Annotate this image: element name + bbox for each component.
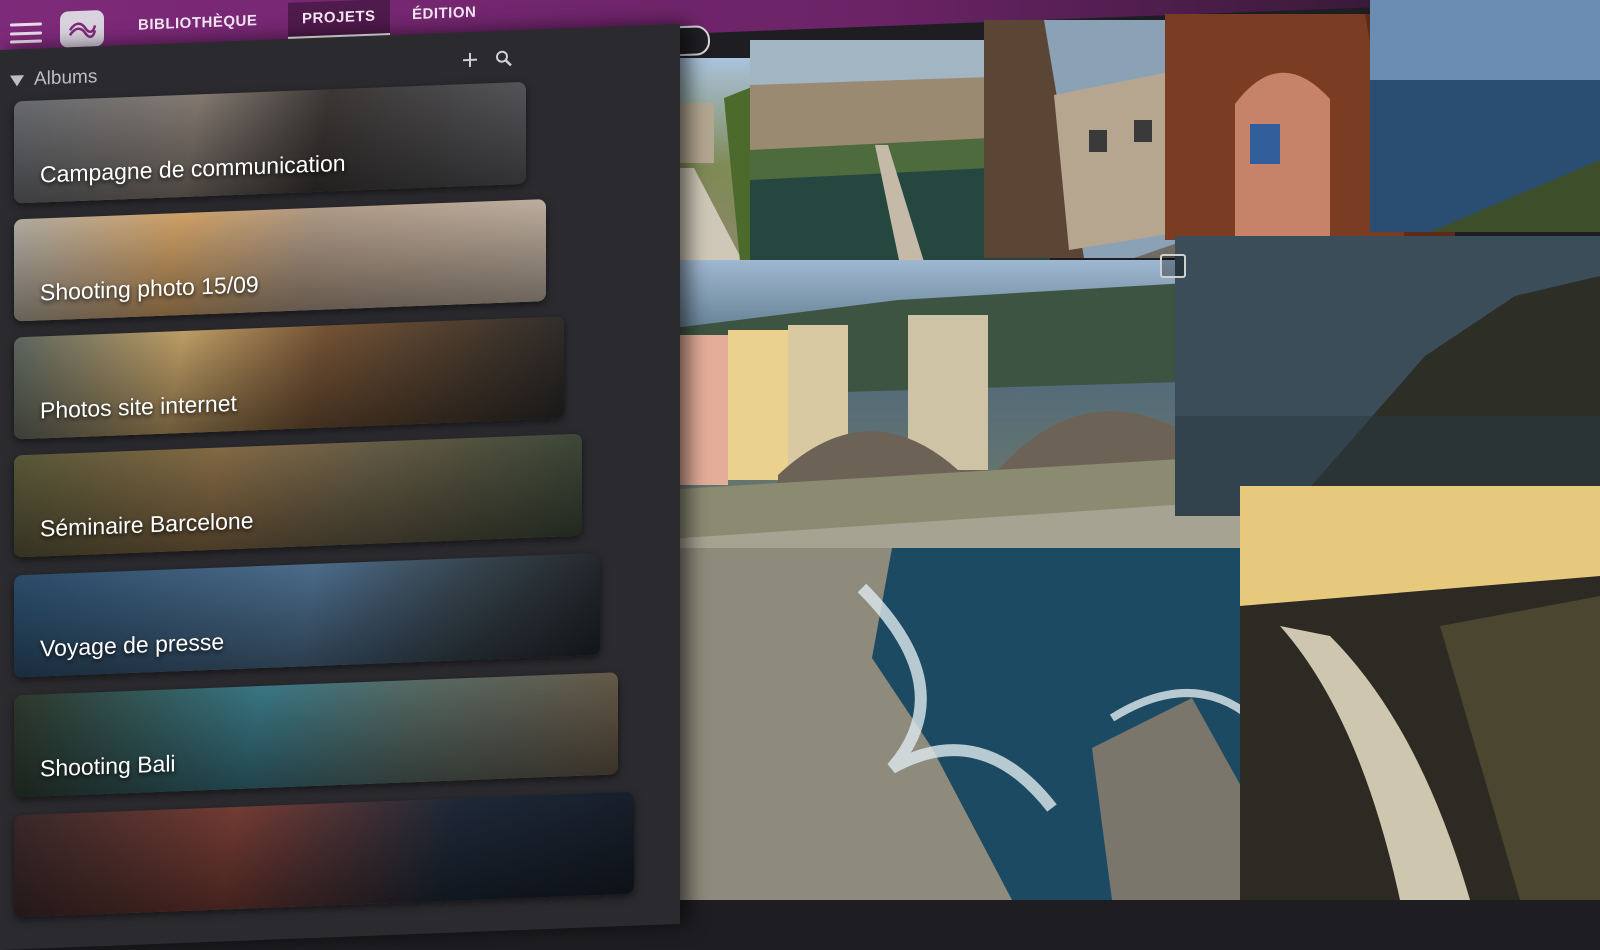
logo-icon[interactable] [60, 10, 104, 48]
tab-bibliotheque[interactable]: BIBLIOTHÈQUE [124, 4, 271, 44]
checkbox-icon[interactable] [1160, 254, 1186, 278]
album-card-partial[interactable] [14, 791, 634, 918]
albums-section-header[interactable]: Albums [10, 66, 97, 91]
sidebar-tools [460, 48, 514, 70]
photo-thumbnail[interactable] [1240, 486, 1600, 900]
search-icon[interactable] [494, 48, 514, 69]
albums-section-label: Albums [34, 66, 98, 90]
album-card-seminaire[interactable]: Séminaire Barcelone [14, 433, 582, 558]
hamburger-icon[interactable] [10, 22, 42, 44]
photo-thumbnail[interactable] [1370, 0, 1600, 232]
photo-thumbnail[interactable] [1175, 236, 1600, 516]
triangle-down-icon[interactable] [10, 74, 24, 87]
album-sidebar: Albums Campagne de communication Shootin… [0, 23, 680, 950]
plus-icon[interactable] [460, 50, 480, 71]
album-card-voyage-presse[interactable]: Voyage de presse [14, 552, 600, 678]
tab-projets[interactable]: PROJETS [288, 0, 390, 40]
tab-edition[interactable]: ÉDITION [398, 0, 490, 33]
album-card-campagne[interactable]: Campagne de communication [14, 81, 526, 204]
photo-thumbnail[interactable] [632, 548, 1332, 900]
album-card-photos-site[interactable]: Photos site internet [14, 316, 564, 440]
album-card-shooting-bali[interactable]: Shooting Bali [14, 672, 618, 798]
album-title: Shooting Bali [40, 750, 176, 782]
album-card-shooting-photo[interactable]: Shooting photo 15/09 [14, 199, 546, 322]
